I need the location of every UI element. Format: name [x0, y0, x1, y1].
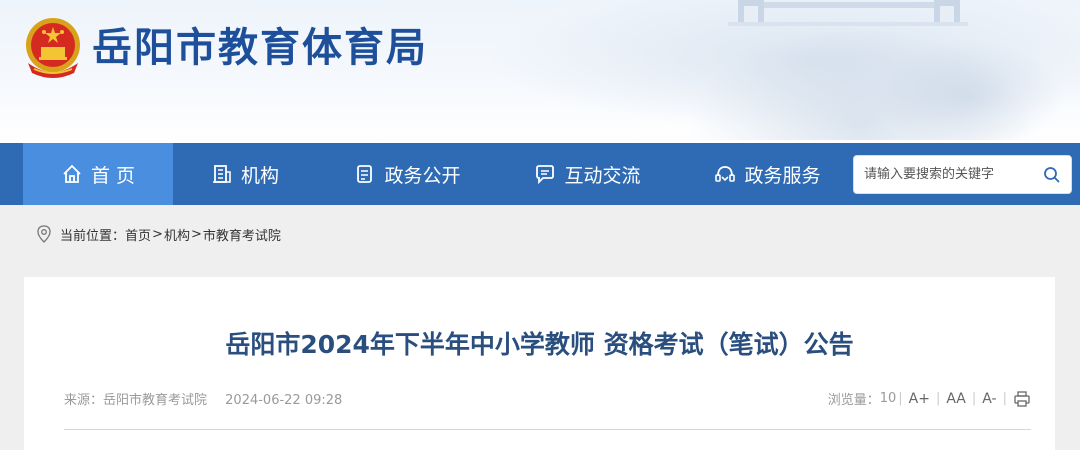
nav-item-organization[interactable]: 机构 — [185, 143, 305, 205]
nav-item-label: 机构 — [240, 164, 279, 187]
article-tools: 浏览量： 10 | A+ | AA | A- | — [828, 389, 1031, 408]
location-pin-icon — [37, 225, 51, 243]
breadcrumb-link-organization[interactable]: 机构 — [164, 225, 190, 244]
print-icon[interactable] — [1013, 390, 1031, 408]
article-title: 岳阳市2024年下半年中小学教师 资格考试（笔试）公告 — [225, 330, 854, 359]
nav-item-services[interactable]: 政务服务 — [695, 143, 840, 205]
breadcrumb-separator: > — [152, 226, 163, 242]
service-icon — [715, 166, 736, 182]
nav-item-label: 首 页 — [90, 164, 136, 187]
nav-item-interaction[interactable]: 互动交流 — [515, 143, 660, 205]
header-gate-illustration — [728, 0, 968, 26]
chat-icon — [536, 165, 555, 185]
site-title: 岳阳市教育体育局 — [92, 25, 428, 71]
breadcrumb: 当前位置： 首页 > 机构 > 市教育考试院 — [36, 224, 281, 244]
nav-item-home[interactable]: 首 页 — [23, 143, 173, 205]
header-background-haze — [860, 30, 1080, 140]
nav-item-label: 政务服务 — [744, 164, 821, 187]
article-date: 2024-06-22 09:28 — [225, 393, 343, 408]
views-count: 10 — [879, 391, 897, 406]
font-reset-button[interactable]: AA — [946, 391, 966, 407]
organization-icon — [212, 165, 231, 183]
search-input[interactable] — [864, 156, 1034, 193]
search-box — [853, 155, 1072, 194]
font-decrease-button[interactable]: A- — [982, 391, 996, 407]
breadcrumb-link-home[interactable]: 首页 — [125, 225, 151, 244]
nav-item-government-affairs[interactable]: 政务公开 — [335, 143, 480, 205]
article-source: 来源：岳阳市教育考试院 — [64, 393, 208, 408]
nav-item-label: 互动交流 — [564, 164, 641, 187]
site-header: 岳阳市教育体育局 — [0, 0, 1080, 143]
article-card: 岳阳市2024年下半年中小学教师 资格考试（笔试）公告 来源：岳阳市教育考试院 … — [24, 277, 1055, 450]
national-emblem-icon — [26, 18, 80, 78]
breadcrumb-link-exam-institute[interactable]: 市教育考试院 — [203, 225, 281, 244]
document-icon — [357, 165, 373, 183]
home-icon — [63, 164, 81, 183]
article-divider — [64, 429, 1031, 430]
font-increase-button[interactable]: A+ — [909, 391, 930, 407]
nav-item-label: 政务公开 — [384, 164, 461, 187]
breadcrumb-label: 当前位置： — [60, 228, 126, 244]
article-meta: 来源：岳阳市教育考试院 2024-06-22 09:28 — [64, 389, 356, 408]
breadcrumb-separator: > — [190, 226, 202, 242]
search-icon[interactable] — [1043, 166, 1061, 184]
views-label: 浏览量： — [827, 393, 880, 408]
